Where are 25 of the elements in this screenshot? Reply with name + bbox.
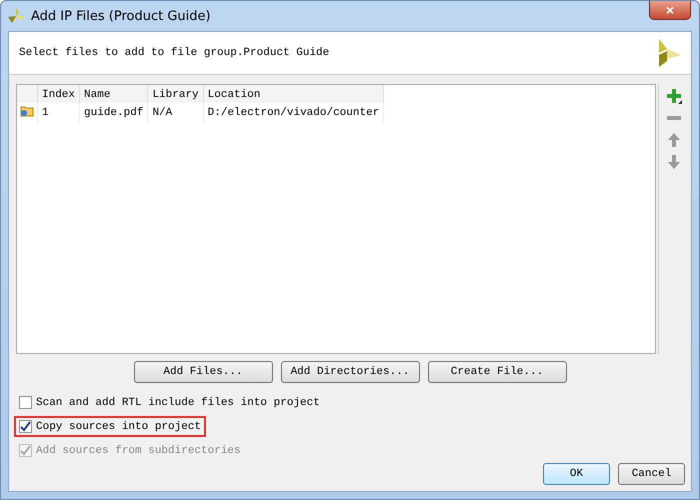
dialog-button[interactable]: OK	[543, 463, 610, 485]
window-title: Add IP Files (Product Guide)	[31, 8, 212, 24]
table-cell: D:/electron/vivado/counter	[203, 103, 384, 123]
action-button[interactable]: Create File...	[428, 361, 566, 383]
checkbox[interactable]	[19, 396, 32, 409]
checkbox-label[interactable]: Scan and add RTL include files into project	[36, 396, 320, 408]
column-header[interactable]: Library	[148, 85, 204, 103]
table-cell: guide.pdf	[80, 103, 148, 123]
column-header[interactable]: Name	[80, 85, 148, 103]
table-row[interactable]: 1 guide.pdf N/A D:/electron/vivado/counter	[17, 103, 384, 123]
folder-icon	[20, 105, 34, 117]
checkbox-label[interactable]: Copy sources into project	[36, 420, 202, 432]
action-button[interactable]: Add Files...	[134, 361, 272, 383]
checkbox[interactable]	[19, 420, 32, 433]
checkbox-option[interactable]: Scan and add RTL include files into project	[14, 392, 325, 413]
checkbox-option[interactable]: Copy sources into project	[14, 416, 206, 437]
add-icon[interactable]	[666, 88, 682, 104]
table-cell: 1	[38, 103, 80, 123]
header-text: Select files to add to file group.Product Guide	[19, 47, 330, 59]
table-cell: N/A	[148, 103, 204, 123]
action-button[interactable]: Add Directories...	[280, 361, 420, 383]
column-header[interactable]: Index	[38, 85, 80, 103]
logo-icon	[7, 7, 25, 25]
column-header[interactable]: Location	[203, 85, 384, 103]
dialog-button[interactable]: Cancel	[618, 463, 685, 485]
